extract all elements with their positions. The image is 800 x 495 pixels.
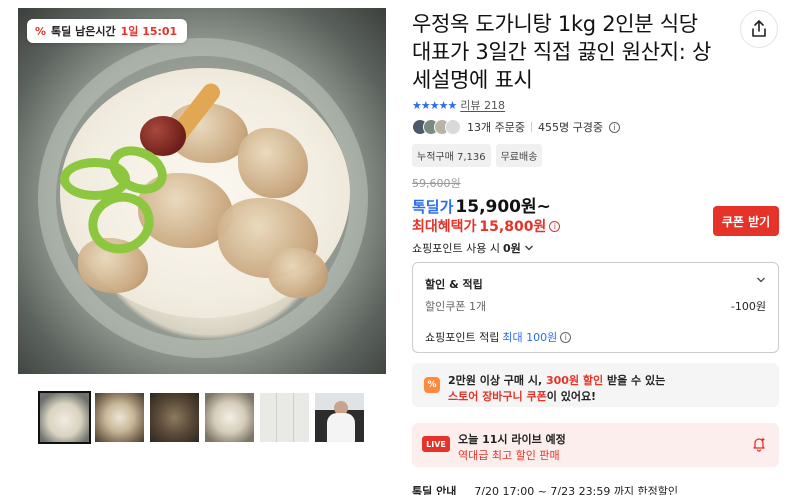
product-title: 우정옥 도가니탕 1kg 2인분 식당 대표가 3일간 직접 끓인 원산지: 상… bbox=[412, 12, 711, 92]
info-icon[interactable]: i bbox=[560, 331, 572, 343]
promo-line-1: 2만원 이상 구매 시, 300원 할인 받을 수 있는 bbox=[448, 372, 665, 388]
star-rating: ★★★★★ bbox=[412, 98, 457, 112]
promo-text: 2만원 이상 구매 시, bbox=[448, 374, 546, 387]
notice-period: 7/20 17:00 ~ 7/23 23:59 까지 한정할인 bbox=[474, 485, 679, 495]
live-badge: LIVE bbox=[422, 436, 450, 452]
product-main-image[interactable] bbox=[18, 8, 386, 374]
deal-notice: 톡딜 안내 7/20 17:00 ~ 7/23 23:59 까지 한정할인 bbox=[412, 483, 678, 495]
thumbnail[interactable] bbox=[148, 391, 201, 444]
max-benefit-price: 15,800원 bbox=[479, 219, 547, 235]
chevron-down-icon bbox=[524, 245, 533, 251]
divider bbox=[530, 122, 532, 132]
promo-text: 받을 수 있는 bbox=[603, 374, 666, 387]
max-benefit-label: 최대혜택가 bbox=[412, 219, 477, 235]
points-earn-row: 쇼핑포인트 적립 최대 100원 i bbox=[425, 329, 572, 345]
points-earn-max: 최대 100원 bbox=[502, 331, 558, 344]
avatar bbox=[445, 119, 461, 135]
live-title: 오늘 11시 라이브 예정 bbox=[458, 433, 566, 446]
get-coupon-button[interactable]: 쿠폰 받기 bbox=[713, 206, 779, 236]
discount-title: 할인 & 적립 bbox=[425, 278, 483, 291]
info-icon[interactable]: i bbox=[608, 121, 620, 133]
sale-label: 톡딜가 bbox=[412, 198, 454, 216]
sale-price: 15,900원~ bbox=[455, 197, 551, 217]
discount-coupon-amount: -100원 bbox=[730, 300, 766, 313]
thumbnail[interactable] bbox=[203, 391, 256, 444]
thumbnail[interactable] bbox=[93, 391, 146, 444]
points-use-label: 쇼핑포인트 사용 시 bbox=[412, 242, 500, 255]
points-earn-label: 쇼핑포인트 적립 bbox=[425, 331, 500, 344]
thumbnail[interactable] bbox=[258, 391, 311, 444]
promo-highlight: 스토어 장바구니 쿠폰 bbox=[448, 390, 547, 403]
timer-value: 1일 15:01 bbox=[120, 25, 178, 38]
coupon-percent-icon: % bbox=[424, 377, 440, 393]
promo-highlight: 300원 할인 bbox=[546, 374, 604, 387]
thumbnail[interactable] bbox=[313, 391, 366, 444]
tag-cumulative-purchase: 누적구매 7,136 bbox=[412, 144, 491, 167]
promo-line-2: 스토어 장바구니 쿠폰이 있어요! bbox=[448, 388, 596, 404]
percent-icon: % bbox=[35, 24, 47, 38]
info-icon[interactable]: i bbox=[549, 220, 561, 232]
review-link[interactable]: 리뷰 218 bbox=[460, 97, 505, 113]
points-use-value: 0원 bbox=[502, 242, 521, 255]
thumbnail-strip bbox=[38, 391, 366, 444]
tag-list: 누적구매 7,136 무료배송 bbox=[412, 144, 543, 167]
deal-timer-badge: % 톡딜 남은시간 1일 15:01 bbox=[27, 19, 188, 43]
discount-coupon-label: 할인쿠폰 1개 bbox=[425, 300, 487, 313]
thumbnail[interactable] bbox=[38, 391, 91, 444]
notice-label: 톡딜 안내 bbox=[412, 485, 457, 495]
review-label: 리뷰 bbox=[460, 99, 481, 112]
buyers-row: 13개 주문중 455명 구경중 i bbox=[412, 119, 620, 135]
rating-row: ★★★★★ 리뷰 218 bbox=[412, 97, 505, 113]
collapse-button[interactable] bbox=[756, 275, 766, 288]
chevron-down-icon bbox=[757, 277, 765, 283]
orders-count: 13개 주문중 bbox=[467, 121, 525, 134]
original-price: 59,600원 bbox=[412, 177, 461, 190]
live-subtitle: 역대급 최고 할인 판매 bbox=[458, 449, 560, 462]
tag-free-shipping: 무료배송 bbox=[495, 144, 543, 167]
buyer-avatars bbox=[412, 119, 461, 135]
points-use-toggle[interactable]: 쇼핑포인트 사용 시 0원 bbox=[412, 240, 534, 256]
sale-price-row: 톡딜가 15,900원~ bbox=[412, 192, 551, 217]
bell-plus-icon[interactable] bbox=[751, 436, 767, 452]
share-icon bbox=[752, 20, 766, 37]
live-schedule-banner[interactable]: LIVE 오늘 11시 라이브 예정 역대급 최고 할인 판매 bbox=[412, 423, 779, 467]
promo-text: 이 있어요! bbox=[546, 390, 597, 403]
share-button[interactable] bbox=[740, 10, 778, 48]
discount-panel: 할인 & 적립 할인쿠폰 1개 -100원 쇼핑포인트 적립 최대 100원 i bbox=[412, 262, 779, 353]
review-count: 218 bbox=[484, 99, 506, 112]
max-benefit-row: 최대혜택가 15,800원 i bbox=[412, 216, 561, 236]
timer-label: 톡딜 남은시간 bbox=[51, 25, 116, 38]
viewers-count: 455명 구경중 bbox=[537, 121, 603, 134]
cart-coupon-promo[interactable]: % 2만원 이상 구매 시, 300원 할인 받을 수 있는 스토어 장바구니 … bbox=[412, 363, 779, 407]
